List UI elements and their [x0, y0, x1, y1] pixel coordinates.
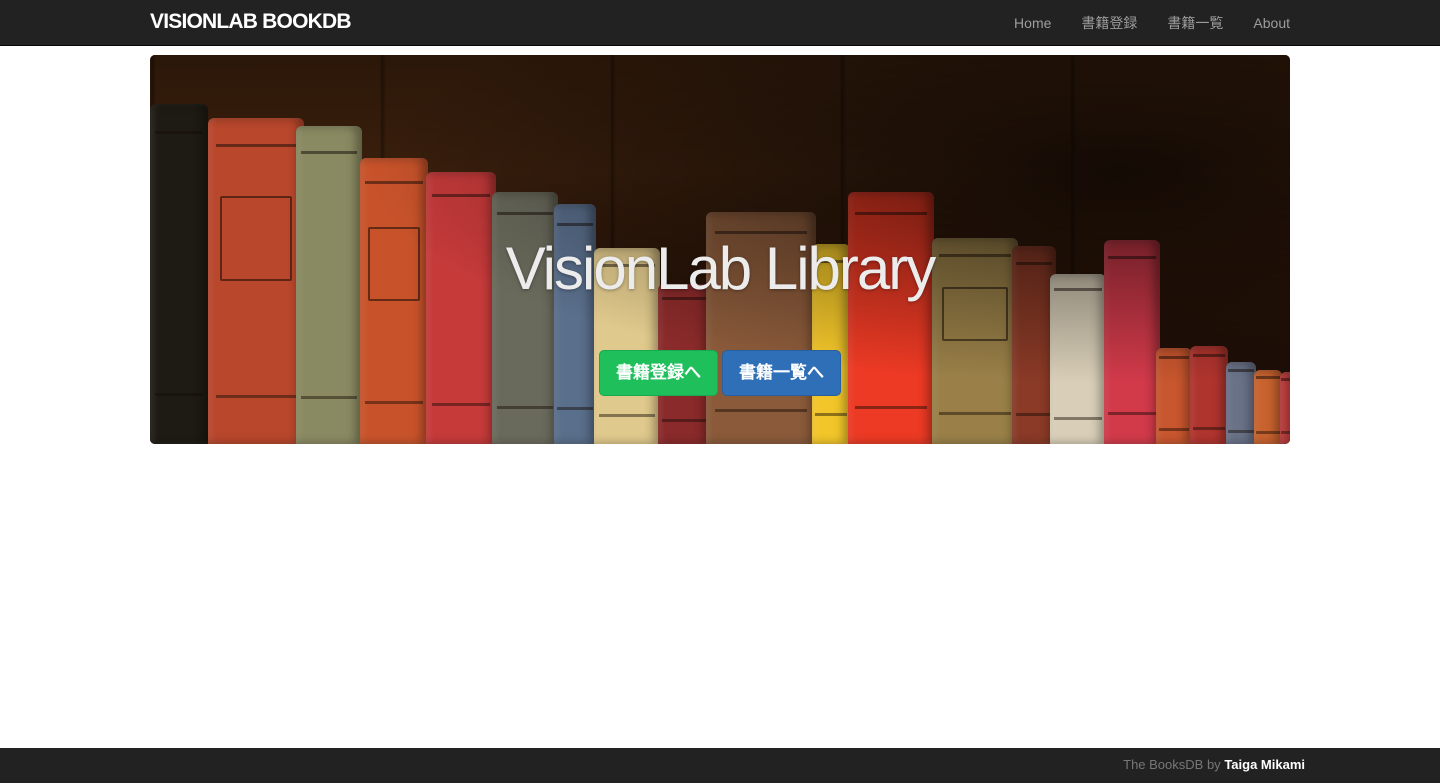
nav-link-about[interactable]: About [1223, 3, 1290, 43]
footer-by-text: by [1206, 757, 1221, 772]
brand-logo-link[interactable]: VISIONLAB BOOKDB [150, 8, 352, 36]
hero-title: VisionLab Library [505, 235, 937, 302]
footer-site-name: The BooksDB [1123, 757, 1204, 772]
nav-menu: Home 書籍登録 書籍一覧 About [984, 0, 1290, 46]
nav-link-home[interactable]: Home [984, 3, 1051, 43]
hero-actions: 書籍登録へ 書籍一覧へ [150, 350, 1290, 396]
register-books-button[interactable]: 書籍登録へ [599, 350, 718, 396]
book-list-button[interactable]: 書籍一覧へ [722, 350, 841, 396]
nav-link-register[interactable]: 書籍登録 [1051, 3, 1137, 43]
footer-author-link[interactable]: Taiga Mikami [1224, 757, 1305, 772]
nav-item-about: About [1223, 3, 1290, 43]
hero-jumbotron: VisionLab Library 書籍登録へ 書籍一覧へ [150, 55, 1290, 444]
nav-item-list: 書籍一覧 [1137, 3, 1223, 43]
nav-link-list[interactable]: 書籍一覧 [1137, 3, 1223, 43]
page-footer: The BooksDB by Taiga Mikami [0, 748, 1440, 783]
footer-credit: The BooksDB by Taiga Mikami [1123, 748, 1305, 783]
nav-item-register: 書籍登録 [1051, 3, 1137, 43]
top-navbar: VISIONLAB BOOKDB Home 書籍登録 書籍一覧 About [0, 0, 1440, 46]
nav-item-home: Home [984, 3, 1051, 43]
